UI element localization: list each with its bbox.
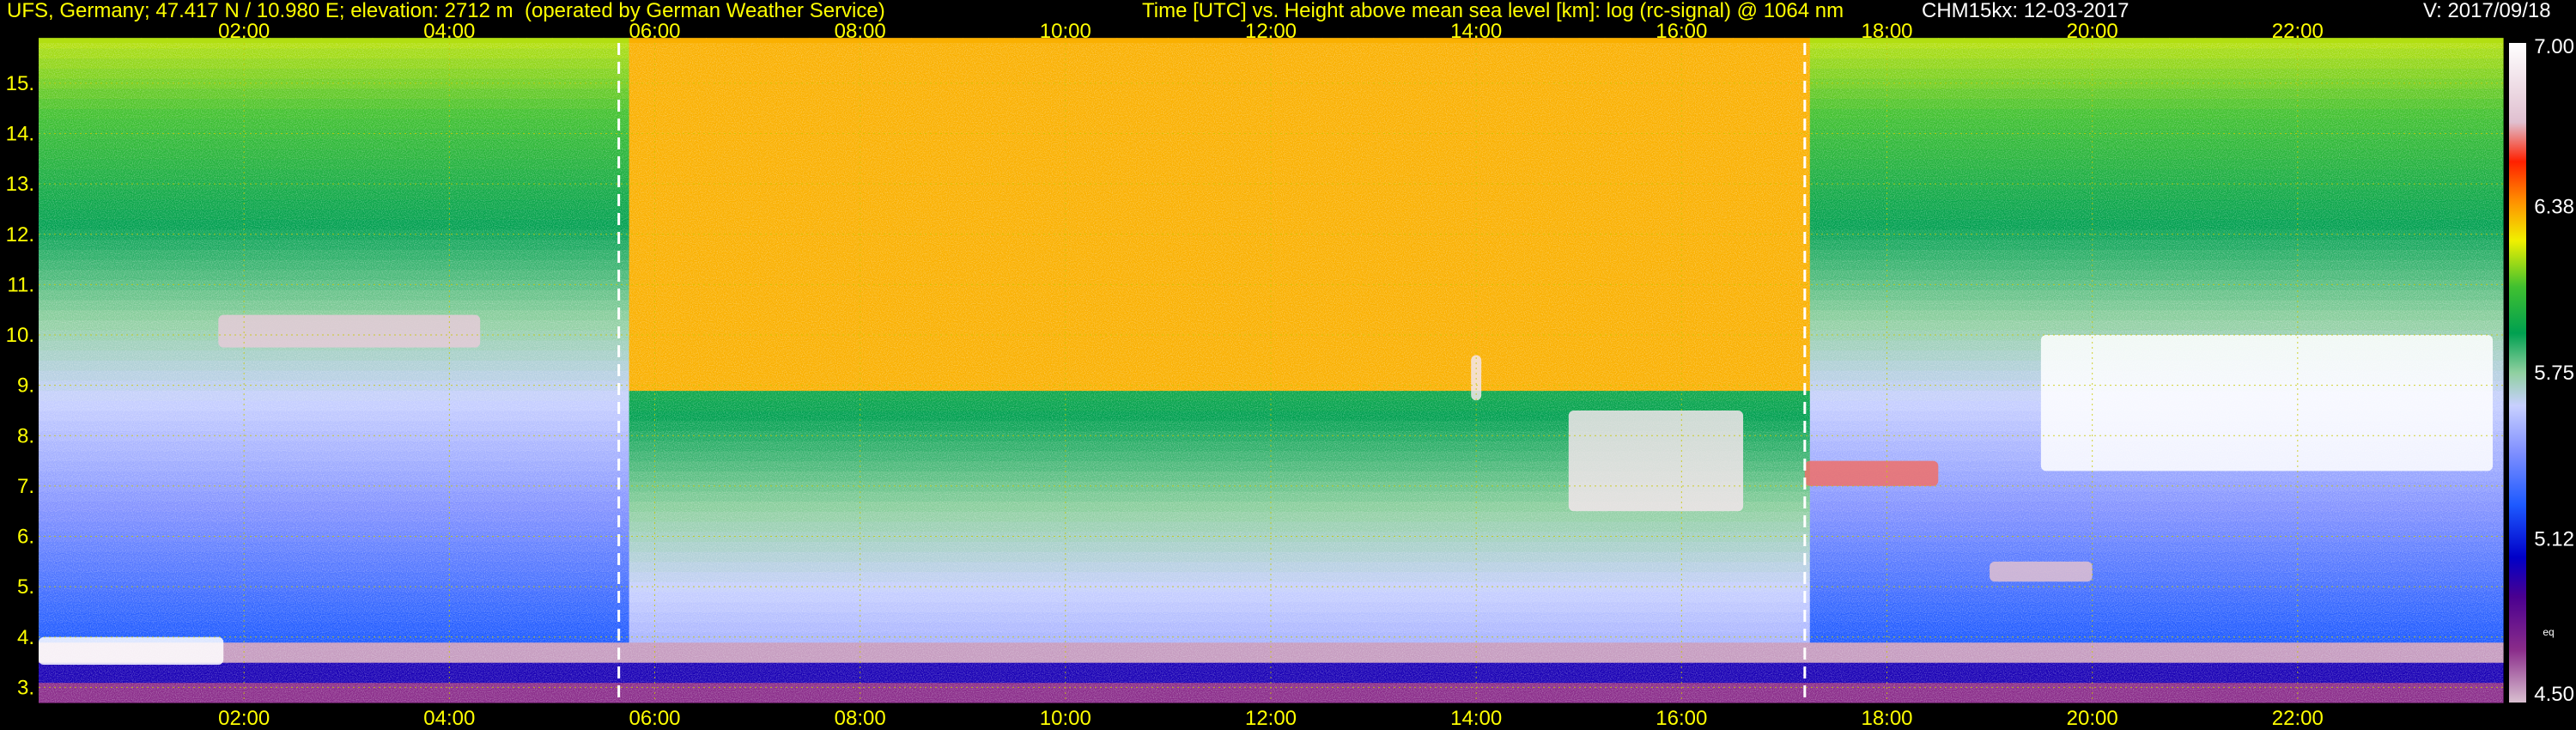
ceilometer-chart: 02:00 04:00 06:00 08:00 10:00 12:00 14:00 16:00…: [0, 0, 2576, 730]
